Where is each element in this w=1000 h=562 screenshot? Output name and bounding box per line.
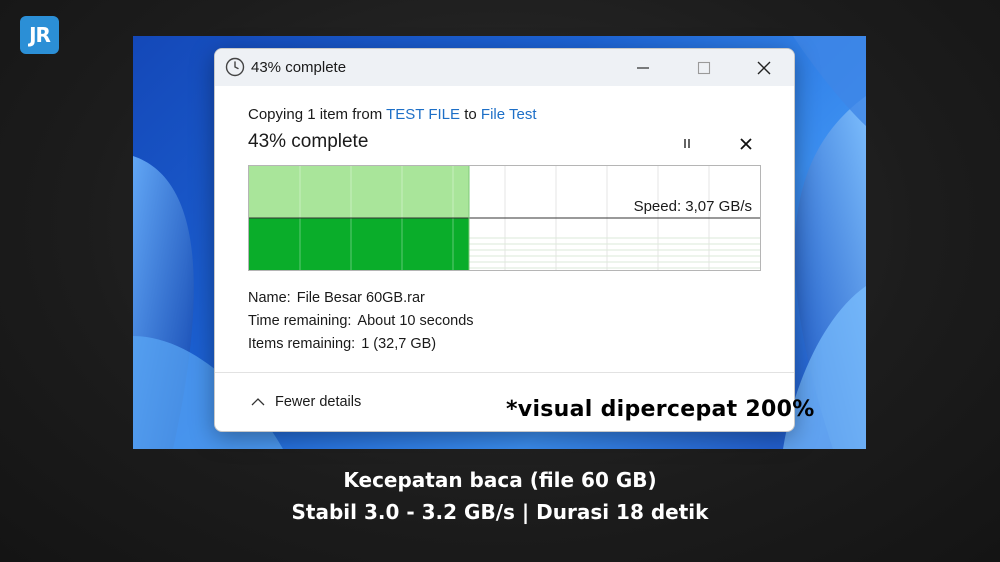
chevron-up-icon xyxy=(251,398,265,406)
pause-icon xyxy=(684,139,690,148)
copy-connector: to xyxy=(464,106,477,123)
progress-fill-light xyxy=(249,166,469,218)
speed-chart xyxy=(249,166,760,270)
minimize-button[interactable] xyxy=(613,49,673,86)
copy-prefix: Copying 1 item from xyxy=(248,106,383,123)
caption-line-1: Kecepatan baca (file 60 GB) xyxy=(343,468,657,492)
name-value: File Besar 60GB.rar xyxy=(296,290,425,306)
speed-label: Speed: 3,07 GB/s xyxy=(633,198,752,215)
fewer-details-button[interactable]: Fewer details xyxy=(251,394,361,410)
time-label: Time remaining: xyxy=(248,313,352,329)
detail-time-row: Time remaining: About 10 seconds xyxy=(248,310,474,333)
window-title: 43% complete xyxy=(251,59,347,76)
title-bar: 43% complete xyxy=(215,49,794,86)
time-value: About 10 seconds xyxy=(357,313,474,329)
close-button[interactable] xyxy=(734,49,794,86)
destination-link[interactable]: File Test xyxy=(481,106,537,123)
detail-name-row: Name: File Besar 60GB.rar xyxy=(248,287,474,310)
copy-progress-dialog: 43% complete Copying 1 item from TEST FI… xyxy=(214,48,795,432)
site-logo: JR xyxy=(20,16,59,54)
items-value: 1 (32,7 GB) xyxy=(361,336,437,352)
cancel-icon xyxy=(740,138,752,150)
fewer-details-label: Fewer details xyxy=(275,394,362,410)
clock-icon xyxy=(225,57,245,77)
logo-text: JR xyxy=(29,23,51,47)
detail-items-row: Items remaining: 1 (32,7 GB) xyxy=(248,333,474,356)
source-link[interactable]: TEST FILE xyxy=(386,106,460,123)
pause-button[interactable] xyxy=(677,133,697,155)
transfer-speed-graph: Speed: 3,07 GB/s xyxy=(248,165,761,271)
footer-divider xyxy=(215,372,794,373)
caption-line-2: Stabil 3.0 - 3.2 GB/s | Durasi 18 detik xyxy=(291,500,709,524)
maximize-icon xyxy=(697,61,711,74)
progress-percent: 43% complete xyxy=(248,131,369,152)
maximize-button[interactable] xyxy=(674,49,734,86)
name-label: Name: xyxy=(248,290,291,306)
minimize-icon xyxy=(637,66,649,69)
close-icon xyxy=(757,61,771,74)
cancel-button[interactable] xyxy=(735,133,757,155)
overlay-note: *visual dipercepat 200% xyxy=(506,397,815,422)
items-label: Items remaining: xyxy=(248,336,356,352)
speed-area-fill xyxy=(249,218,469,270)
copy-description: Copying 1 item from TEST FILE to File Te… xyxy=(248,106,536,123)
details-section: Name: File Besar 60GB.rar Time remaining:… xyxy=(248,287,474,356)
